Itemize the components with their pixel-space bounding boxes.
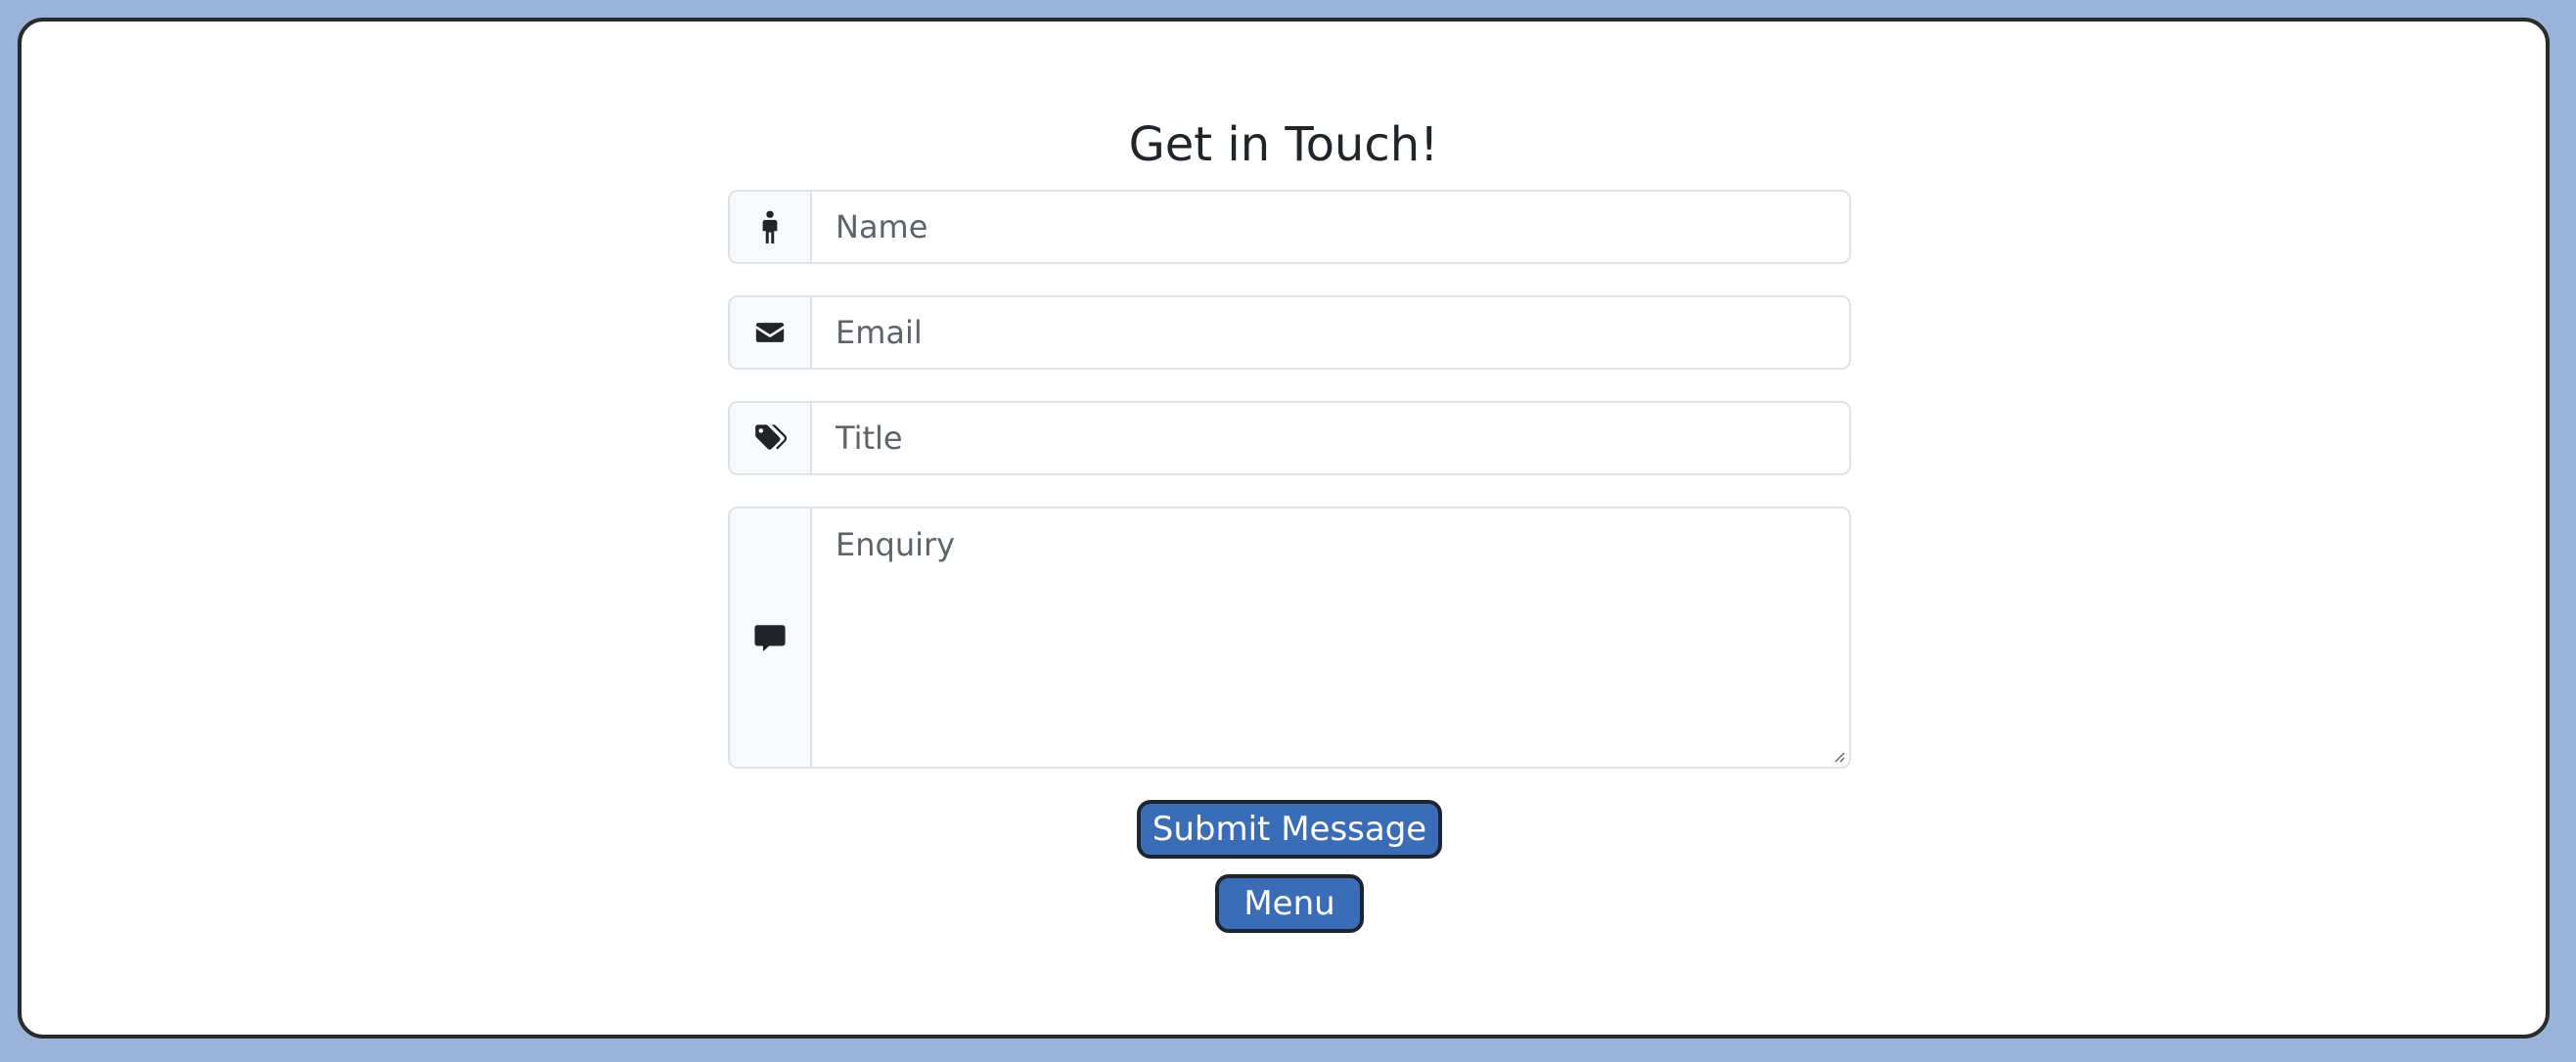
chat-bubble-icon bbox=[754, 625, 786, 652]
title-addon bbox=[730, 403, 812, 473]
title-input[interactable]: Title bbox=[812, 403, 1849, 473]
email-field-group: Email bbox=[728, 295, 1851, 370]
name-addon bbox=[730, 192, 812, 262]
person-icon bbox=[762, 210, 778, 243]
envelope-icon bbox=[755, 323, 785, 342]
email-input[interactable]: Email bbox=[812, 297, 1849, 368]
enquiry-field-group: Enquiry bbox=[728, 507, 1851, 769]
tags-icon bbox=[755, 424, 787, 450]
name-field-group: Name bbox=[728, 190, 1851, 264]
name-input[interactable]: Name bbox=[812, 192, 1849, 262]
page-title: Get in Touch! bbox=[1128, 117, 1439, 172]
resize-handle-icon[interactable] bbox=[1830, 747, 1845, 763]
email-addon bbox=[730, 297, 812, 368]
enquiry-placeholder: Enquiry bbox=[836, 526, 956, 563]
submit-message-button[interactable]: Submit Message bbox=[1137, 800, 1442, 859]
title-field-group: Title bbox=[728, 401, 1851, 475]
contact-card: Get in Touch! Name Email Title Enquiry S… bbox=[18, 18, 2550, 1039]
enquiry-textarea[interactable]: Enquiry bbox=[812, 509, 1849, 767]
menu-button[interactable]: Menu bbox=[1215, 874, 1364, 933]
enquiry-addon bbox=[730, 509, 812, 767]
